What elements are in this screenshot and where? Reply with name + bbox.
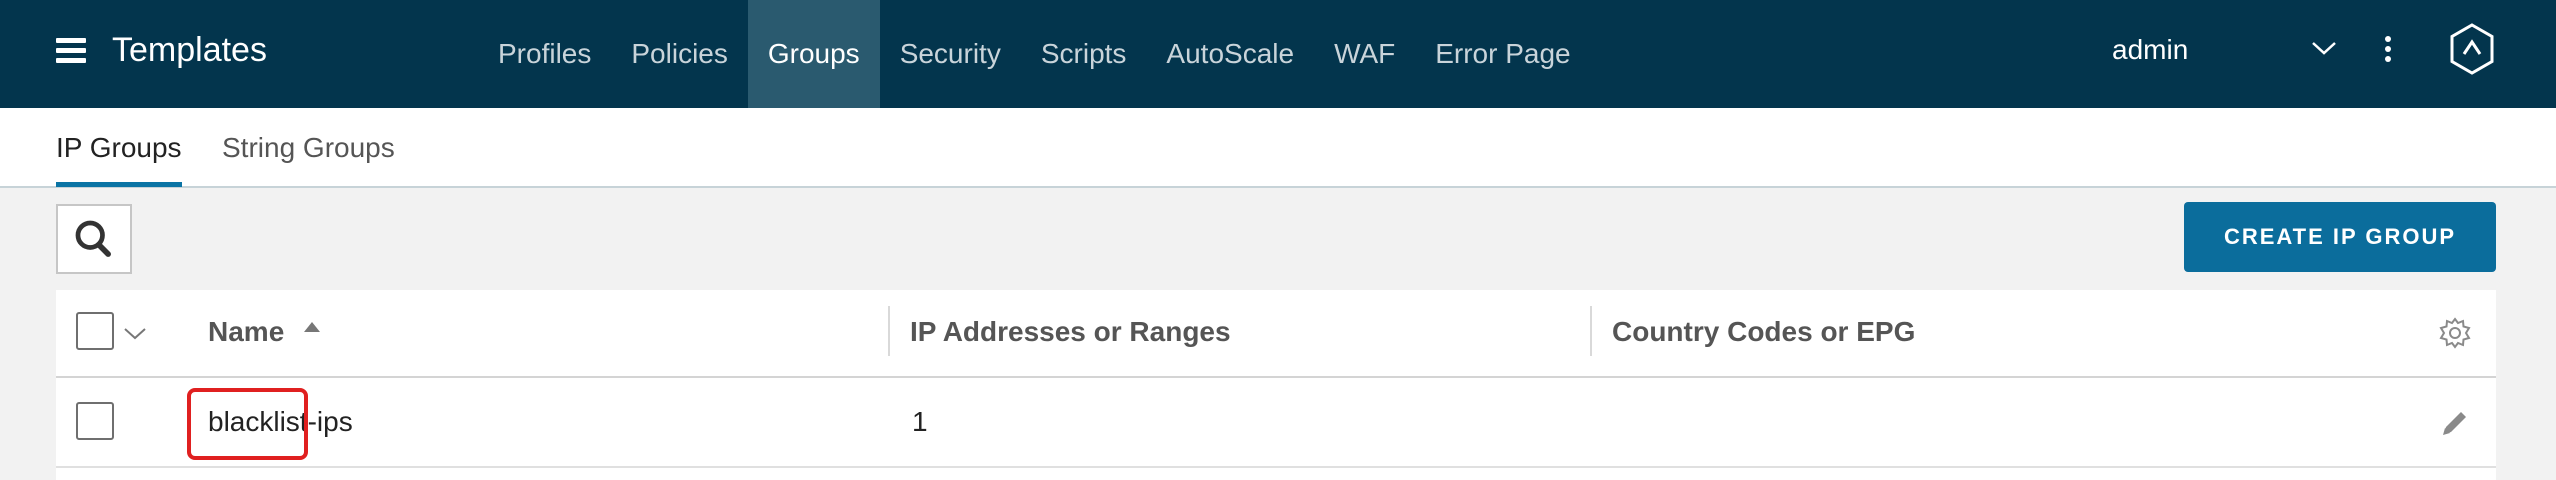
nav-item-security[interactable]: Security bbox=[880, 0, 1021, 108]
nav-item-policies[interactable]: Policies bbox=[611, 0, 747, 108]
top-nav: Profiles Policies Groups Security Script… bbox=[478, 0, 1591, 108]
chevron-down-icon[interactable] bbox=[2310, 38, 2338, 58]
nav-item-profiles[interactable]: Profiles bbox=[478, 0, 611, 108]
create-ip-group-button[interactable]: CREATE IP GROUP bbox=[2184, 202, 2496, 272]
column-header-country-codes[interactable]: Country Codes or EPG bbox=[1612, 316, 1915, 348]
select-all-checkbox[interactable] bbox=[76, 312, 114, 350]
active-tab-indicator bbox=[56, 182, 182, 187]
table-header: Name IP Addresses or Ranges Country Code… bbox=[56, 290, 2496, 378]
cell-ip-addresses: 1 bbox=[912, 406, 928, 437]
gear-icon[interactable] bbox=[2438, 316, 2472, 350]
pencil-edit-icon[interactable] bbox=[2438, 406, 2472, 440]
column-divider[interactable] bbox=[888, 306, 890, 356]
nav-item-waf[interactable]: WAF bbox=[1314, 0, 1415, 108]
nav-item-error-page[interactable]: Error Page bbox=[1415, 0, 1590, 108]
tab-ip-groups[interactable]: IP Groups bbox=[56, 132, 182, 164]
column-divider[interactable] bbox=[1590, 306, 1592, 356]
brand-logo-icon[interactable] bbox=[2448, 22, 2496, 76]
highlight-box bbox=[187, 388, 308, 460]
search-button[interactable] bbox=[56, 204, 132, 274]
tab-string-groups[interactable]: String Groups bbox=[222, 132, 395, 164]
nav-item-groups[interactable]: Groups bbox=[747, 0, 880, 108]
row-checkbox[interactable] bbox=[76, 402, 114, 440]
column-header-name[interactable]: Name bbox=[208, 316, 284, 348]
kebab-menu-icon[interactable] bbox=[2380, 32, 2396, 68]
sort-ascending-icon[interactable] bbox=[304, 322, 320, 332]
sub-tabs: IP Groups String Groups bbox=[0, 108, 2556, 188]
top-bar: Templates Profiles Policies Groups Secur… bbox=[0, 0, 2556, 108]
hamburger-menu-icon[interactable] bbox=[56, 38, 86, 64]
search-icon bbox=[75, 220, 111, 257]
nav-item-autoscale[interactable]: AutoScale bbox=[1146, 0, 1314, 108]
user-name[interactable]: admin bbox=[2112, 28, 2188, 72]
column-header-ip-addresses[interactable]: IP Addresses or Ranges bbox=[910, 316, 1231, 348]
nav-item-scripts[interactable]: Scripts bbox=[1021, 0, 1147, 108]
app-title: Templates bbox=[112, 31, 267, 69]
ip-groups-table: Name IP Addresses or Ranges Country Code… bbox=[56, 290, 2496, 480]
chevron-down-icon[interactable] bbox=[122, 326, 148, 342]
table-row[interactable]: blacklist-ips 1 bbox=[56, 378, 2496, 468]
